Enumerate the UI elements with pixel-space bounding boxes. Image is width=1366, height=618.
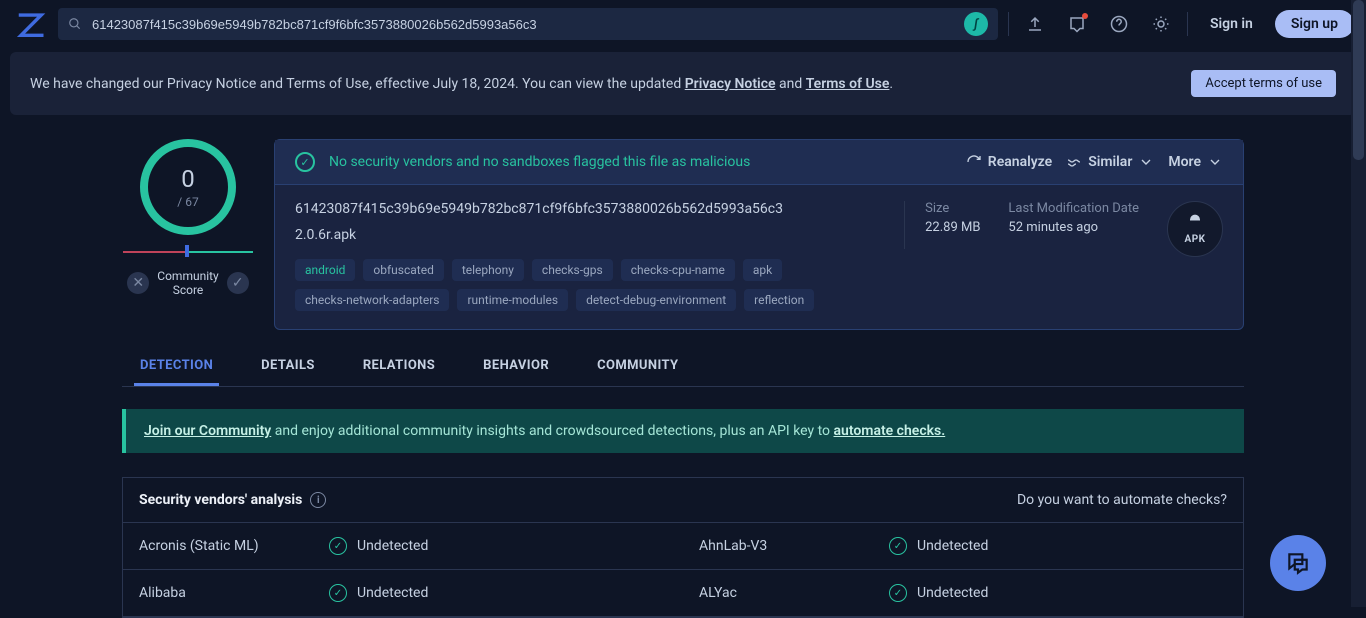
tag-obfuscated[interactable]: obfuscated xyxy=(363,259,443,281)
last-modified: Last Modification Date 52 minutes ago xyxy=(1008,201,1139,235)
notice-text-part: . xyxy=(889,76,893,92)
vendor-name: ALYac xyxy=(699,585,889,601)
community-score-slider xyxy=(123,247,253,257)
similar-button[interactable]: Similar xyxy=(1066,154,1154,170)
vendor-status: ✓Undetected xyxy=(889,584,988,602)
community-score-label: CommunityScore xyxy=(157,269,218,297)
tag-reflection[interactable]: reflection xyxy=(744,289,814,311)
upload-icon[interactable] xyxy=(1019,8,1051,40)
join-community-link[interactable]: Join our Community xyxy=(144,423,271,439)
signup-button[interactable]: Sign up xyxy=(1275,10,1354,38)
vote-up-icon[interactable]: ✓ xyxy=(227,272,249,294)
notification-dot xyxy=(1082,13,1088,19)
tab-bar: DETECTION DETAILS RELATIONS BEHAVIOR COMMUNI… xyxy=(122,348,1244,387)
vendor-status: ✓Undetected xyxy=(329,537,428,555)
vote-down-icon[interactable]: ✕ xyxy=(127,272,149,294)
tab-relations[interactable]: RELATIONS xyxy=(357,348,441,386)
waves-icon xyxy=(1066,154,1082,170)
analysis-title: Security vendors' analysis i xyxy=(139,492,326,508)
tag-list: android obfuscated telephony checks-gps chec… xyxy=(295,259,884,311)
file-summary-card: ✓ No security vendors and no sandboxes f… xyxy=(274,139,1244,330)
refresh-icon xyxy=(966,154,982,170)
vendor-cell: Alibaba✓Undetected xyxy=(123,570,683,617)
search-input[interactable] xyxy=(92,17,954,32)
reanalyze-button[interactable]: Reanalyze xyxy=(966,154,1052,170)
check-icon: ✓ xyxy=(329,584,347,602)
analysis-header: Security vendors' analysis i Do you want… xyxy=(123,478,1243,523)
theme-toggle-icon[interactable] xyxy=(1145,8,1177,40)
clean-check-icon: ✓ xyxy=(295,152,315,172)
divider xyxy=(1187,12,1188,36)
tab-community[interactable]: COMMUNITY xyxy=(591,348,684,386)
summary-region: 0 / 67 ✕ CommunityScore ✓ ✓ No security … xyxy=(122,139,1244,330)
chat-fab[interactable] xyxy=(1270,535,1326,591)
summary-body: 61423087f415c39b69e5949b782bc871cf9f6bfc… xyxy=(275,185,1243,329)
privacy-notice-banner: We have changed our Privacy Notice and T… xyxy=(10,52,1356,115)
detection-score-ring: 0 / 67 xyxy=(140,139,236,235)
scrollbar-thumb[interactable] xyxy=(1353,0,1364,160)
search-bar[interactable]: ∫ xyxy=(58,8,998,40)
notice-text: We have changed our Privacy Notice and T… xyxy=(30,76,893,92)
notice-text-part: We have changed our Privacy Notice and T… xyxy=(30,76,685,92)
vendor-row: Acronis (Static ML)✓UndetectedAhnLab-V3✓… xyxy=(123,523,1243,570)
check-icon: ✓ xyxy=(889,584,907,602)
tag-checks-cpu-name[interactable]: checks-cpu-name xyxy=(621,259,735,281)
more-button[interactable]: More xyxy=(1168,154,1223,170)
file-name: 2.0.6r.apk xyxy=(295,227,884,243)
info-icon[interactable]: i xyxy=(310,492,326,508)
vendor-name: Acronis (Static ML) xyxy=(139,538,329,554)
site-logo[interactable] xyxy=(12,6,48,42)
divider xyxy=(1008,12,1009,36)
vendor-status: ✓Undetected xyxy=(889,537,988,555)
tab-behavior[interactable]: BEHAVIOR xyxy=(477,348,555,386)
tag-checks-gps[interactable]: checks-gps xyxy=(532,259,613,281)
detections-count: 0 xyxy=(181,165,195,193)
divider xyxy=(904,201,905,249)
automate-checks-link[interactable]: automate checks. xyxy=(834,423,946,439)
vendor-cell: ALYac✓Undetected xyxy=(683,570,1243,617)
vendor-name: AhnLab-V3 xyxy=(699,538,889,554)
tag-android[interactable]: android xyxy=(295,259,355,281)
file-type-badge: APK xyxy=(1167,201,1223,257)
tag-detect-debug-environment[interactable]: detect-debug-environment xyxy=(576,289,736,311)
detections-total: / 67 xyxy=(177,195,198,209)
chevron-down-icon xyxy=(1207,154,1223,170)
tag-telephony[interactable]: telephony xyxy=(452,259,524,281)
vendor-cell: AhnLab-V3✓Undetected xyxy=(683,523,1243,570)
help-icon[interactable] xyxy=(1103,8,1135,40)
vendor-cell: Acronis (Static ML)✓Undetected xyxy=(123,523,683,570)
score-column: 0 / 67 ✕ CommunityScore ✓ xyxy=(122,139,254,330)
file-hash: 61423087f415c39b69e5949b782bc871cf9f6bfc… xyxy=(295,201,884,217)
vpn-icon[interactable]: ∫ xyxy=(964,12,988,36)
vertical-scrollbar[interactable] xyxy=(1351,0,1366,607)
check-icon: ✓ xyxy=(889,537,907,555)
vendor-status: ✓Undetected xyxy=(329,584,428,602)
summary-top-bar: ✓ No security vendors and no sandboxes f… xyxy=(275,140,1243,185)
android-icon xyxy=(1185,213,1205,233)
join-community-banner: Join our Community and enjoy additional … xyxy=(122,409,1244,453)
vendor-name: Alibaba xyxy=(139,585,329,601)
tag-runtime-modules[interactable]: runtime-modules xyxy=(457,289,568,311)
file-size: Size 22.89 MB xyxy=(925,201,980,235)
top-header: ∫ Sign in Sign up xyxy=(0,0,1366,48)
flag-status-text: No security vendors and no sandboxes fla… xyxy=(329,154,952,170)
signin-button[interactable]: Sign in xyxy=(1198,10,1265,38)
tab-details[interactable]: DETAILS xyxy=(255,348,321,386)
tab-detection[interactable]: DETECTION xyxy=(134,348,219,386)
accept-terms-button[interactable]: Accept terms of use xyxy=(1191,70,1336,97)
notifications-icon[interactable] xyxy=(1061,8,1093,40)
vendor-analysis-section: Security vendors' analysis i Do you want… xyxy=(122,477,1244,618)
join-text: and enjoy additional community insights … xyxy=(271,423,833,439)
check-icon: ✓ xyxy=(329,537,347,555)
tag-apk[interactable]: apk xyxy=(743,259,782,281)
vendor-row: Alibaba✓UndetectedALYac✓Undetected xyxy=(123,570,1243,617)
search-icon xyxy=(68,17,82,31)
terms-link[interactable]: Terms of Use xyxy=(806,76,890,92)
privacy-notice-link[interactable]: Privacy Notice xyxy=(685,76,776,92)
tag-checks-network-adapters[interactable]: checks-network-adapters xyxy=(295,289,449,311)
automate-checks-prompt[interactable]: Do you want to automate checks? xyxy=(1017,492,1227,508)
chevron-down-icon xyxy=(1138,154,1154,170)
notice-text-part: and xyxy=(776,76,806,92)
